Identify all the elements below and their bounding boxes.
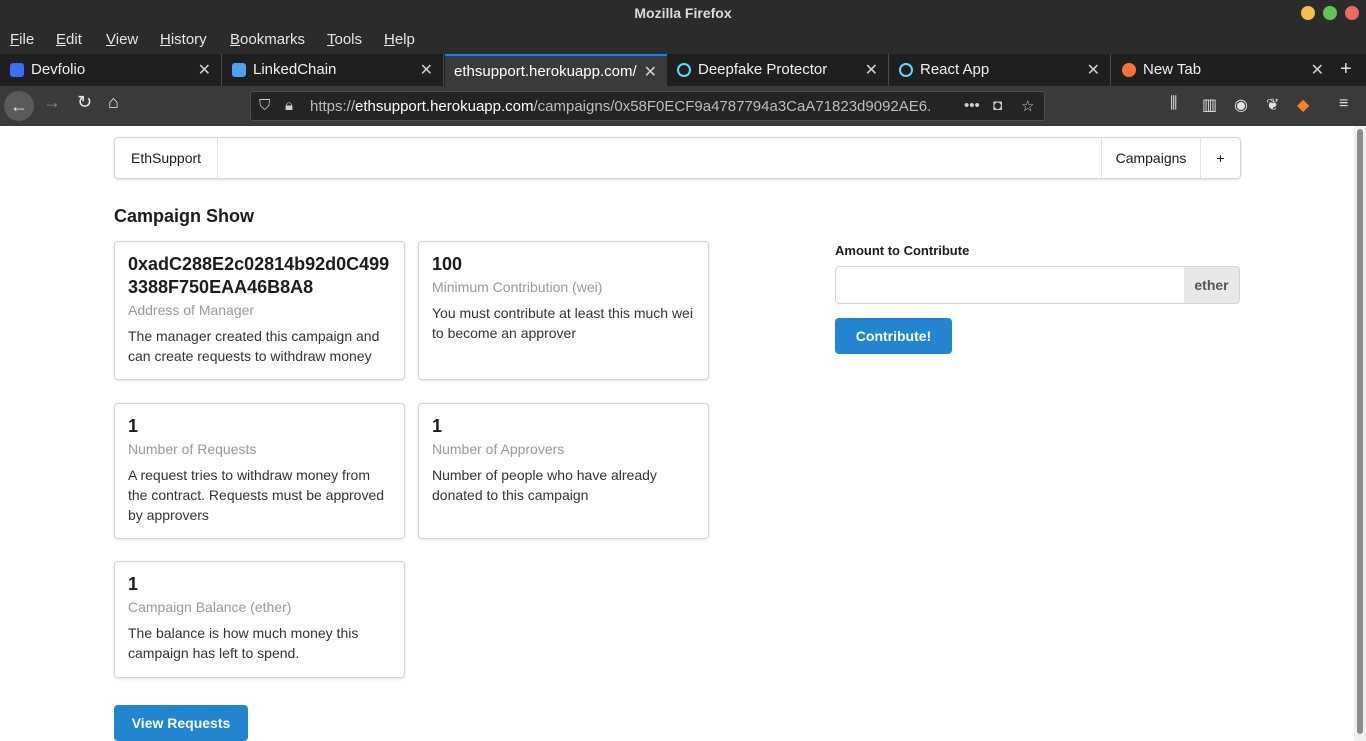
sidebar-icon[interactable]: ▥ <box>1202 95 1217 115</box>
new-tab-plus-icon[interactable]: + <box>1340 58 1352 81</box>
card-number-of-approvers: 1 Number of Approvers Number of people w… <box>418 403 709 539</box>
card-number-of-requests: 1 Number of Requests A request tries to … <box>114 403 405 539</box>
card-meta: Campaign Balance (ether) <box>128 599 292 615</box>
add-campaign-button[interactable]: + <box>1200 138 1240 178</box>
card-header: 1 <box>432 416 443 436</box>
tab-bar: Devfolio ✕ LinkedChain ✕ ethsupport.hero… <box>0 54 1366 86</box>
card-description: You must contribute at least this much w… <box>432 305 693 341</box>
contribute-button[interactable]: Contribute! <box>835 318 952 354</box>
page-title: Campaign Show <box>114 206 255 226</box>
window-title: Mozilla Firefox <box>634 5 732 21</box>
page-content: EthSupport Campaigns + Campaign Show 0xa… <box>0 126 1354 741</box>
card-meta: Number of Requests <box>128 441 257 457</box>
url-prefix: https:// <box>310 98 356 115</box>
card-description: The balance is how much money this campa… <box>128 625 359 661</box>
card-description: A request tries to withdraw money from t… <box>128 467 385 523</box>
menu-file[interactable]: File <box>10 31 34 48</box>
account-icon[interactable]: ◉ <box>1234 95 1248 115</box>
menu-history[interactable]: History <box>160 31 207 48</box>
url-domain: ethsupport.herokuapp.com <box>355 98 534 115</box>
campaigns-link[interactable]: Campaigns <box>1101 138 1200 178</box>
tab-devfolio[interactable]: Devfolio ✕ <box>0 54 222 86</box>
tab-new-tab[interactable]: New Tab ✕ <box>1112 54 1334 86</box>
card-description: The manager created this campaign and ca… <box>128 328 380 364</box>
home-icon[interactable]: ⌂ <box>108 92 119 113</box>
hamburger-menu-icon[interactable]: ≡ <box>1339 95 1348 113</box>
tab-label: Deepfake Protector <box>698 61 828 78</box>
card-meta: Number of Approvers <box>432 441 565 457</box>
card-meta: Minimum Contribution (wei) <box>432 279 603 295</box>
tab-label: React App <box>920 61 990 78</box>
linkedchain-icon <box>232 63 246 77</box>
close-tab-icon[interactable]: ✕ <box>865 60 878 80</box>
card-header: 0xadC288E2c02814b92d0C4993388F750EAA46B8… <box>128 254 390 297</box>
tab-label: Devfolio <box>31 61 86 78</box>
card-header: 1 <box>128 574 139 594</box>
page-scrollbar[interactable] <box>1354 126 1366 741</box>
view-requests-button[interactable]: View Requests <box>114 705 248 741</box>
back-arrow-icon[interactable]: ← <box>4 91 34 121</box>
card-campaign-balance: 1 Campaign Balance (ether) The balance i… <box>114 561 405 678</box>
forward-arrow-icon[interactable]: → <box>43 92 61 113</box>
ether-unit-label: ether <box>1184 266 1240 304</box>
tab-label: LinkedChain <box>253 61 337 78</box>
tab-linkedchain[interactable]: LinkedChain ✕ <box>222 54 444 86</box>
card-description: Number of people who have already donate… <box>432 467 657 503</box>
close-window-button[interactable] <box>1345 6 1359 20</box>
amount-input[interactable] <box>835 266 1185 304</box>
menu-bar: File Edit View History Bookmarks Tools H… <box>0 27 1366 54</box>
window-titlebar: Mozilla Firefox <box>0 0 1366 27</box>
react-icon <box>899 63 913 77</box>
menu-help[interactable]: Help <box>384 31 415 48</box>
top-menu: EthSupport Campaigns + <box>114 137 1241 179</box>
menu-divider <box>217 138 218 178</box>
devfolio-icon <box>10 63 24 77</box>
tab-ethsupport[interactable]: ethsupport.herokuapp.com/ ✕ <box>445 54 667 86</box>
navigation-toolbar: ← → ↻ ⌂ ⛉ 🔒︎ https://ethsupport.herokuap… <box>0 86 1366 126</box>
close-tab-icon[interactable]: ✕ <box>644 62 657 82</box>
maximize-button[interactable] <box>1323 6 1337 20</box>
menu-bookmarks[interactable]: Bookmarks <box>230 31 305 48</box>
library-icon[interactable]: ⫼ <box>1170 95 1177 113</box>
metamask-fox-icon[interactable]: ◆ <box>1297 95 1309 115</box>
card-header: 1 <box>128 416 139 436</box>
close-tab-icon[interactable]: ✕ <box>198 60 211 80</box>
brand-link[interactable]: EthSupport <box>131 138 201 178</box>
card-meta: Address of Manager <box>128 302 255 318</box>
url-bar[interactable]: ⛉ 🔒︎ https://ethsupport.herokuapp.com/ca… <box>250 91 1045 121</box>
more-actions-icon[interactable]: ••• <box>964 97 980 114</box>
tab-label: ethsupport.herokuapp.com/ <box>454 63 637 80</box>
card-manager-address: 0xadC288E2c02814b92d0C4993388F750EAA46B8… <box>114 241 405 380</box>
minimize-button[interactable] <box>1301 6 1315 20</box>
card-minimum-contribution: 100 Minimum Contribution (wei) You must … <box>418 241 709 380</box>
tab-label: New Tab <box>1143 61 1202 78</box>
menu-tools[interactable]: Tools <box>327 31 362 48</box>
url-text[interactable]: https://ethsupport.herokuapp.com/campaig… <box>310 98 930 115</box>
lock-icon[interactable]: 🔒︎ <box>285 97 293 114</box>
close-tab-icon[interactable]: ✕ <box>1311 60 1324 80</box>
close-tab-icon[interactable]: ✕ <box>420 60 433 80</box>
amount-label: Amount to Contribute <box>835 243 970 258</box>
card-header: 100 <box>432 254 463 274</box>
react-icon <box>677 63 691 77</box>
menu-edit[interactable]: Edit <box>56 31 82 48</box>
menu-view[interactable]: View <box>106 31 138 48</box>
reload-icon[interactable]: ↻ <box>77 92 92 113</box>
extension-paw-icon[interactable]: ❦ <box>1266 95 1279 115</box>
shield-icon[interactable]: ⛉ <box>259 97 270 114</box>
tab-react-app[interactable]: React App ✕ <box>889 54 1111 86</box>
url-path: /campaigns/0x58F0ECF9a4787794a3CaA71823d… <box>533 98 930 115</box>
tab-deepfake-protector[interactable]: Deepfake Protector ✕ <box>667 54 889 86</box>
bookmark-star-icon[interactable]: ☆ <box>1021 97 1034 115</box>
pocket-icon[interactable]: ◘ <box>993 97 1002 114</box>
firefox-icon <box>1122 63 1136 77</box>
scrollbar-thumb[interactable] <box>1357 129 1363 734</box>
close-tab-icon[interactable]: ✕ <box>1087 60 1100 80</box>
